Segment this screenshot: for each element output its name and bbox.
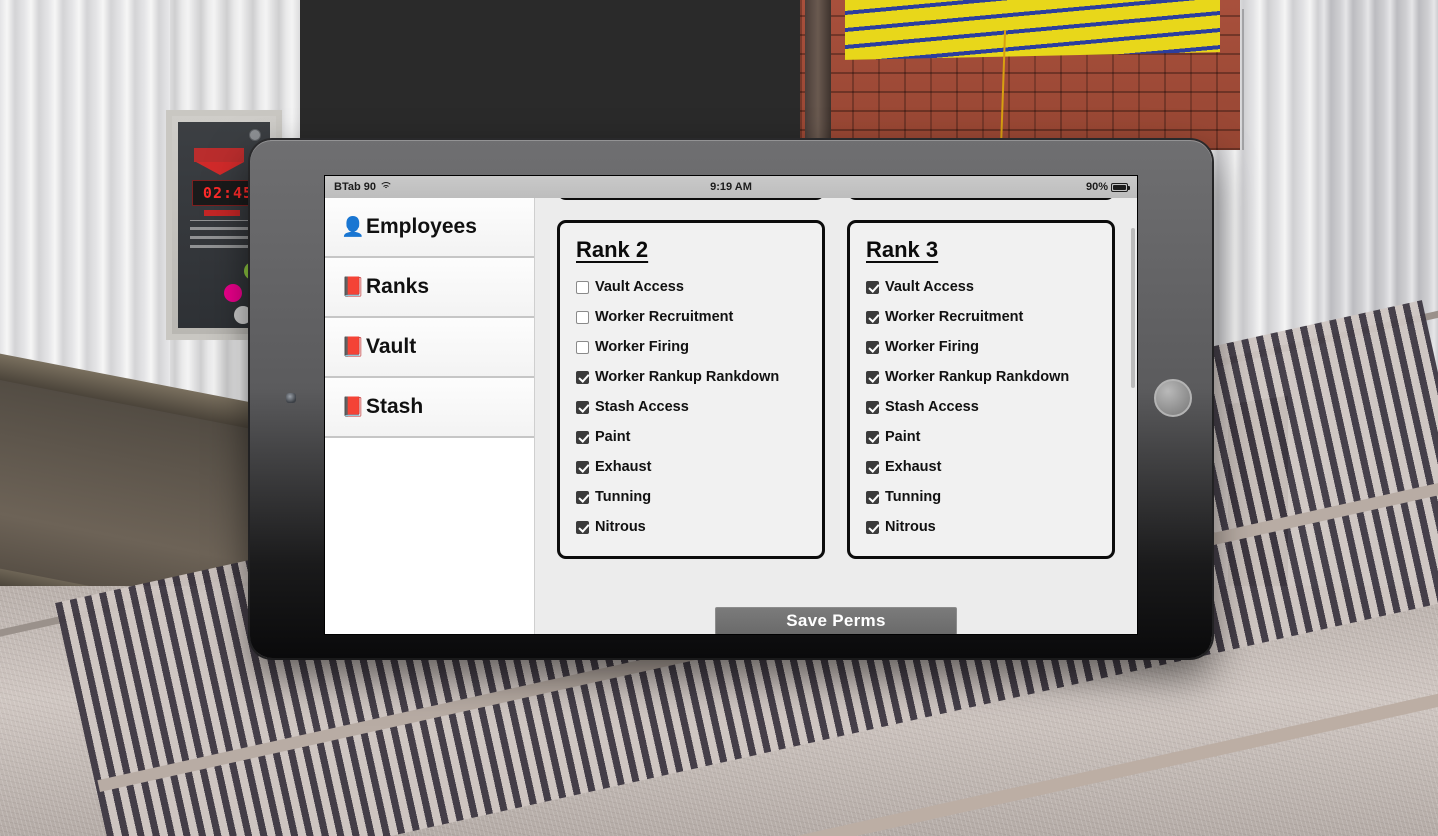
permission-label: Vault Access <box>595 279 684 295</box>
permission-label: Stash Access <box>595 399 689 415</box>
status-bar-right: 90% <box>1085 181 1130 193</box>
tablet-device: BTab 90 9:19 AM 90% 👤 Employees 📕 Ranks <box>250 140 1212 658</box>
permission-row[interactable]: Worker Recruitment <box>576 302 806 332</box>
permission-checkbox[interactable] <box>866 370 879 384</box>
permission-checkbox[interactable] <box>576 520 589 534</box>
permission-label: Tunning <box>885 489 942 505</box>
permission-row[interactable]: Vault Access <box>866 272 1096 302</box>
book-icon: 📕 <box>341 336 365 358</box>
permission-row[interactable]: Worker Firing <box>576 332 806 362</box>
permission-checkbox[interactable] <box>576 430 589 444</box>
rank-permissions-panel: Worker Editor Worker Editor Rank 2 Vault Ac… <box>535 198 1137 634</box>
permission-label: Worker Recruitment <box>885 309 1024 325</box>
sidebar-item-vault[interactable]: 📕 Vault <box>325 318 534 378</box>
permission-label: Exhaust <box>885 459 942 475</box>
permission-checkbox[interactable] <box>576 340 589 354</box>
permission-checkbox[interactable] <box>866 280 879 294</box>
vertical-scrollbar[interactable] <box>1131 228 1135 388</box>
sidebar-item-stash[interactable]: 📕 Stash <box>325 378 534 438</box>
sidebar-item-employees[interactable]: 👤 Employees <box>325 198 534 258</box>
permission-checkbox[interactable] <box>576 370 589 384</box>
permission-label: Exhaust <box>595 459 652 475</box>
permission-row[interactable]: Stash Access <box>576 392 806 422</box>
front-camera-icon <box>286 393 296 403</box>
permission-label: Nitrous <box>885 519 936 535</box>
rank-card: Worker Editor <box>557 198 825 200</box>
permission-checkbox[interactable] <box>866 310 879 324</box>
permission-row[interactable]: Paint <box>866 422 1096 452</box>
rank-card: Rank 2 Vault Access Worker Recruitment Work… <box>557 220 825 559</box>
permission-checkbox[interactable] <box>576 310 589 324</box>
permission-label: Worker Firing <box>885 339 979 355</box>
permission-checkbox[interactable] <box>576 400 589 414</box>
permission-label: Worker Rankup Rankdown <box>595 369 780 385</box>
permission-label: Worker Rankup Rankdown <box>885 369 1070 385</box>
permission-checkbox[interactable] <box>866 430 879 444</box>
permission-checkbox[interactable] <box>866 340 879 354</box>
app-body: 👤 Employees 📕 Ranks 📕 Vault 📕 Stash Rank… <box>325 198 1137 634</box>
rank-card: Rank 3 Vault Access Worker Recruitment Work… <box>847 220 1115 559</box>
rank-card-title: Rank 3 <box>866 237 939 262</box>
permission-checkbox[interactable] <box>576 280 589 294</box>
permission-row[interactable]: Tunning <box>866 482 1096 512</box>
sidebar: 👤 Employees 📕 Ranks 📕 Vault 📕 Stash <box>325 198 535 634</box>
wall-pipe <box>805 0 831 140</box>
save-button-bar: Save Perms <box>535 600 1137 634</box>
save-perms-button[interactable]: Save Perms <box>715 607 957 634</box>
book-icon: 📕 <box>341 396 365 418</box>
tablet-screen: BTab 90 9:19 AM 90% 👤 Employees 📕 Ranks <box>325 176 1137 634</box>
battery-percent-label: 90% <box>1085 181 1108 193</box>
permission-row[interactable]: Worker Rankup Rankdown <box>576 362 806 392</box>
battery-icon <box>1111 182 1130 192</box>
permission-row[interactable]: Exhaust <box>576 452 806 482</box>
sidebar-item-label: Ranks <box>366 275 430 298</box>
permission-label: Worker Firing <box>595 339 689 355</box>
permission-label: Worker Recruitment <box>595 309 734 325</box>
sidebar-item-label: Vault <box>366 335 417 358</box>
machine-indicator-dot <box>249 129 261 141</box>
permission-label: Paint <box>595 429 631 445</box>
status-bar: BTab 90 9:19 AM 90% <box>325 176 1137 198</box>
permission-row[interactable]: Exhaust <box>866 452 1096 482</box>
status-bar-clock: 9:19 AM <box>710 181 752 193</box>
rank-card: Worker Editor <box>847 198 1115 200</box>
book-icon: 📕 <box>341 276 365 298</box>
permission-label: Tunning <box>595 489 652 505</box>
permission-checkbox[interactable] <box>866 400 879 414</box>
home-button[interactable] <box>1154 379 1192 417</box>
rank-card-title: Rank 2 <box>576 237 649 262</box>
permission-label: Vault Access <box>885 279 974 295</box>
permission-row[interactable]: Paint <box>576 422 806 452</box>
permission-row[interactable]: Stash Access <box>866 392 1096 422</box>
permission-checkbox[interactable] <box>866 490 879 504</box>
yellow-blue-banner <box>845 0 1220 60</box>
permission-label: Stash Access <box>885 399 979 415</box>
permission-row[interactable]: Worker Rankup Rankdown <box>866 362 1096 392</box>
permission-label: Paint <box>885 429 921 445</box>
sidebar-filler <box>325 438 534 634</box>
permission-row[interactable]: Worker Firing <box>866 332 1096 362</box>
permission-checkbox[interactable] <box>576 490 589 504</box>
permission-checkbox[interactable] <box>866 520 879 534</box>
sidebar-item-ranks[interactable]: 📕 Ranks <box>325 258 534 318</box>
permission-row[interactable]: Nitrous <box>576 512 806 542</box>
permission-label: Nitrous <box>595 519 646 535</box>
permission-row[interactable]: Tunning <box>576 482 806 512</box>
machine-red-label <box>194 148 244 162</box>
sidebar-item-label: Employees <box>366 215 477 238</box>
machine-arrow-icon <box>196 162 244 175</box>
permission-row[interactable]: Nitrous <box>866 512 1096 542</box>
machine-red-bar <box>204 210 240 216</box>
permission-checkbox[interactable] <box>576 460 589 474</box>
permission-checkbox[interactable] <box>866 460 879 474</box>
person-icon: 👤 <box>341 216 365 238</box>
permission-row[interactable]: Vault Access <box>576 272 806 302</box>
permission-row[interactable]: Worker Recruitment <box>866 302 1096 332</box>
rank-cards-scroll-area[interactable]: Worker Editor Worker Editor Rank 2 Vault Ac… <box>535 198 1137 559</box>
sidebar-item-label: Stash <box>366 395 424 418</box>
